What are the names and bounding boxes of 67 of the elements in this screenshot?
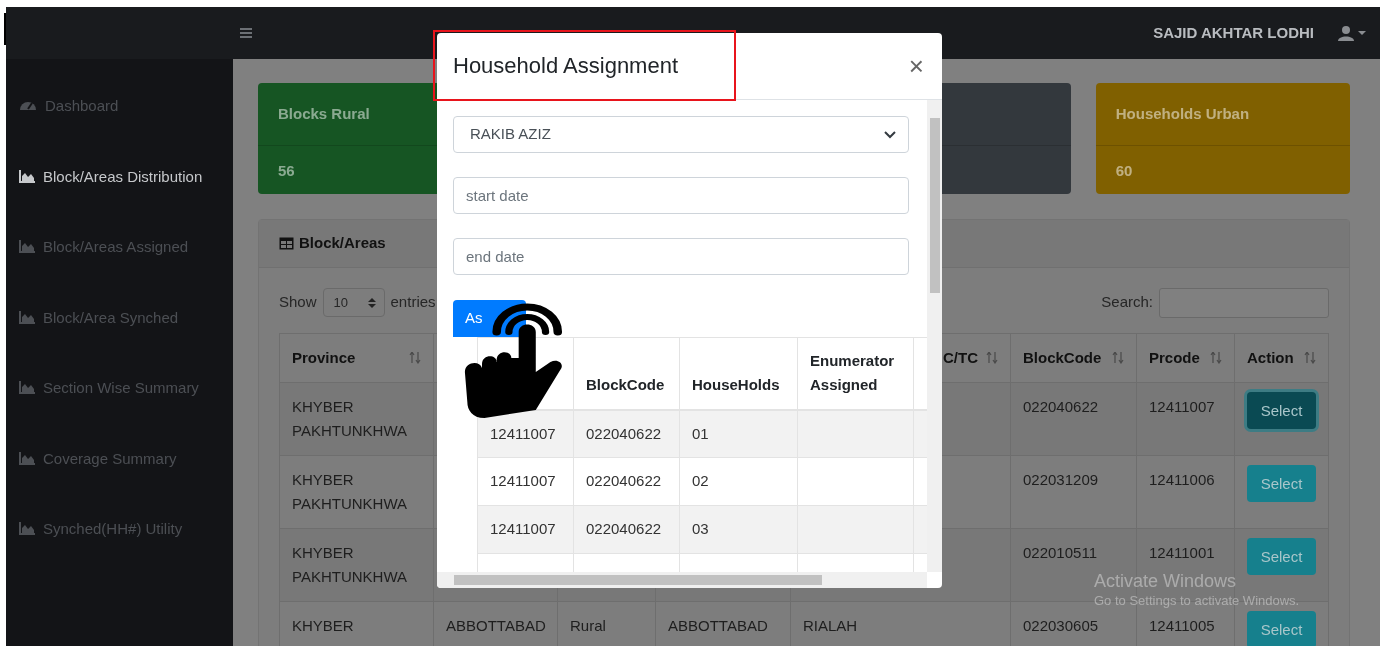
table-cell: 022031209 xyxy=(1023,471,1099,488)
panel-title: Block/Areas xyxy=(299,233,386,254)
table-cell: 12411007 xyxy=(490,424,556,442)
menu-icon[interactable] xyxy=(240,27,252,39)
enumerator-select[interactable]: RAKIB AZIZ xyxy=(453,116,909,153)
table-cell: 03 xyxy=(692,520,709,538)
card-title: Households Urban xyxy=(1115,103,1250,124)
card-value: 56 xyxy=(278,162,295,179)
table-cell: KHYBER PAKHTUNKHWA xyxy=(292,398,407,439)
column-header[interactable]: Province xyxy=(292,346,356,370)
select-button[interactable]: Select xyxy=(1247,538,1316,575)
select-button[interactable]: Select xyxy=(1247,465,1316,502)
sort-icon[interactable] xyxy=(1304,352,1316,364)
start-date-field[interactable]: start date xyxy=(453,177,909,214)
table-cell: RIALAH xyxy=(803,617,858,634)
table-cell: 01 xyxy=(692,424,709,442)
area-chart-icon xyxy=(19,168,35,183)
table-cell: 12411001 xyxy=(1149,544,1215,561)
area-chart-icon xyxy=(19,380,35,394)
horizontal-scrollbar[interactable] xyxy=(437,572,927,588)
table-cell: ABBOTTABAD xyxy=(668,617,768,634)
table-cell: 022030605 xyxy=(1023,617,1099,634)
table-cell: Rural xyxy=(570,617,606,634)
sort-icon[interactable] xyxy=(1112,352,1124,364)
sort-icon[interactable] xyxy=(1210,352,1222,364)
table-cell: 12411005 xyxy=(1149,617,1215,634)
card-title: Blocks Rural xyxy=(278,103,370,124)
card-value: 60 xyxy=(1115,162,1133,179)
table-cell: 12411006 xyxy=(1149,471,1215,488)
search-label: Search: xyxy=(1101,292,1153,313)
vertical-scrollbar[interactable] xyxy=(927,100,942,572)
area-chart-icon xyxy=(19,450,35,465)
area-chart-icon xyxy=(19,521,35,535)
table-cell: 022040622 xyxy=(586,424,662,442)
show-label: Show xyxy=(279,292,317,313)
chevron-down-icon xyxy=(884,130,896,139)
sort-caret-icon xyxy=(367,297,376,308)
table-cell: 12411007 xyxy=(490,472,556,490)
user-name: SAJID AKHTAR LODHI xyxy=(1153,22,1314,43)
table-cell: 12411007 xyxy=(1149,398,1215,415)
entries-label: entries xyxy=(390,292,436,313)
table-cell: 02 xyxy=(692,472,709,490)
table-cell: ABBOTTABAD xyxy=(446,617,546,634)
table-cell: KHYBER xyxy=(292,617,354,634)
area-chart-icon xyxy=(19,239,35,253)
table-cell: 022040622 xyxy=(1023,398,1099,415)
table-cell: KHYBER PAKHTUNKHWA xyxy=(292,544,407,585)
select-button[interactable]: Select xyxy=(1247,611,1316,646)
area-chart-icon xyxy=(19,309,35,324)
table-cell: 022040622 xyxy=(586,472,662,490)
caret-icon xyxy=(1358,31,1366,35)
column-header[interactable]: C/TC xyxy=(943,346,978,370)
sort-icon[interactable] xyxy=(986,352,998,364)
dialog-title: Household Assignment xyxy=(453,52,679,80)
select-button[interactable]: Select xyxy=(1247,392,1316,429)
page-size-select[interactable]: 10 xyxy=(322,288,385,317)
sidebar-item[interactable]: Block/Areas Distribution xyxy=(6,165,233,236)
table-cell: 12411007 xyxy=(490,520,556,538)
table-icon xyxy=(279,237,294,250)
table-cell: 022040622 xyxy=(586,520,662,538)
sort-icon[interactable] xyxy=(409,352,421,364)
table-cell: KHYBER PAKHTUNKHWA xyxy=(292,471,407,512)
end-date-field[interactable]: end date xyxy=(453,238,909,275)
user-menu-button[interactable] xyxy=(1338,25,1366,41)
close-button[interactable]: × xyxy=(904,53,928,79)
table-cell: 022010511 xyxy=(1023,544,1097,561)
user-icon xyxy=(1338,25,1354,41)
